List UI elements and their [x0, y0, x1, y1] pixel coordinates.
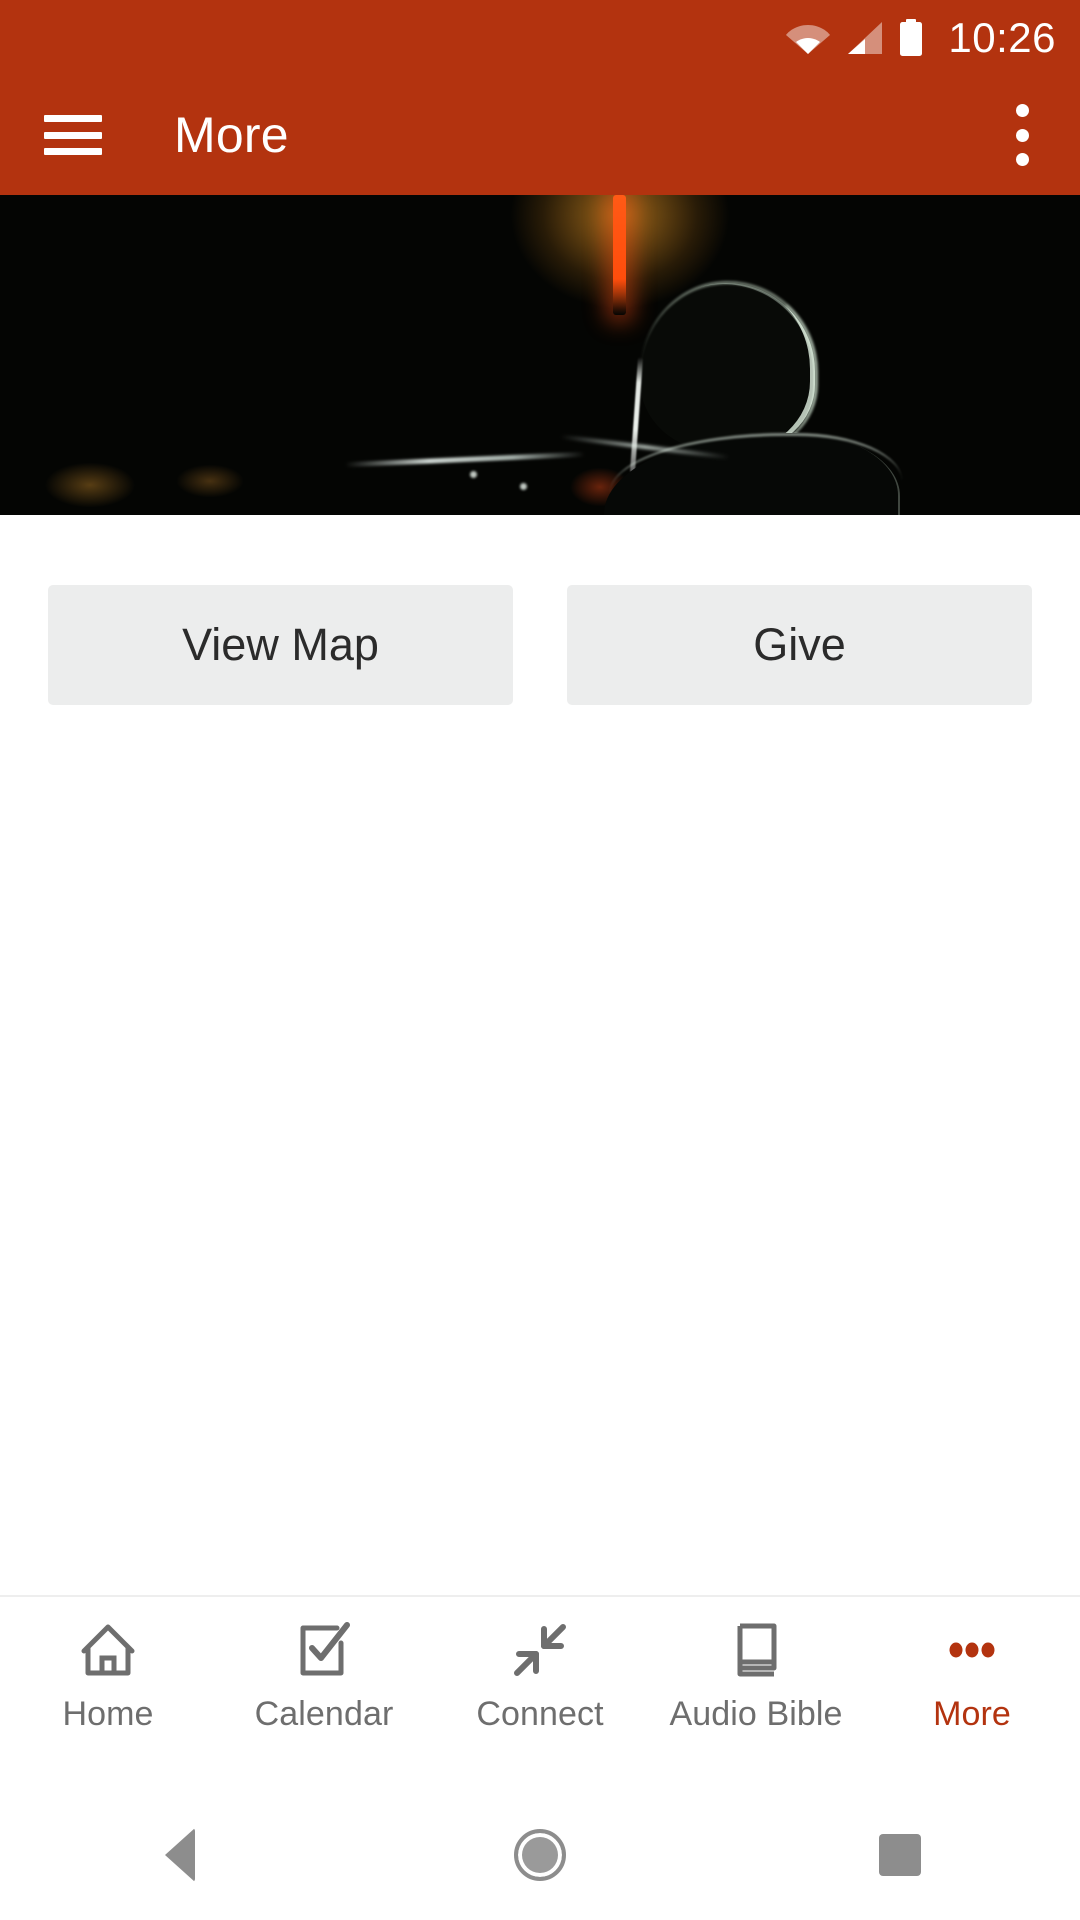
tab-label-connect: Connect — [476, 1695, 604, 1733]
recents-square-icon[interactable] — [830, 1815, 970, 1895]
wifi-icon — [786, 21, 831, 55]
battery-icon — [898, 18, 924, 57]
tab-connect[interactable]: Connect — [432, 1619, 648, 1731]
tab-label-more: More — [933, 1695, 1011, 1733]
page-title: More — [174, 107, 289, 163]
main-content: View Map Give — [0, 515, 1080, 1595]
tab-calendar[interactable]: Calendar — [216, 1619, 432, 1731]
more-dots-icon — [943, 1619, 1001, 1681]
tab-label-home: Home — [62, 1695, 154, 1733]
tab-home[interactable]: Home — [0, 1619, 216, 1731]
tab-audio-bible[interactable]: Audio Bible — [648, 1619, 864, 1731]
tab-more[interactable]: More — [864, 1619, 1080, 1731]
hero-spark — [470, 471, 477, 478]
view-map-button[interactable]: View Map — [48, 585, 513, 705]
overflow-menu-icon[interactable] — [1000, 104, 1044, 166]
status-bar: 10:26 — [0, 0, 1080, 75]
bottom-tab-bar: Home Calendar Connect Audio Bible More — [0, 1595, 1080, 1790]
calendar-check-icon — [295, 1619, 353, 1681]
app-screen: 10:26 More View Map Give Home Calendar C… — [0, 0, 1080, 1920]
app-bar: More — [0, 75, 1080, 195]
action-button-row: View Map Give — [0, 515, 1080, 705]
hero-banner-image[interactable] — [0, 195, 1080, 515]
hero-background — [0, 195, 1080, 515]
home-icon — [79, 1619, 137, 1681]
status-bar-clock: 10:26 — [948, 13, 1056, 61]
hero-spark — [520, 483, 527, 490]
home-circle-icon[interactable] — [470, 1815, 610, 1895]
tab-label-calendar: Calendar — [254, 1695, 394, 1733]
connect-arrows-icon — [511, 1619, 569, 1681]
system-navigation-bar — [0, 1790, 1080, 1920]
hamburger-menu-icon[interactable] — [44, 115, 102, 155]
give-button[interactable]: Give — [567, 585, 1032, 705]
back-triangle-icon[interactable] — [110, 1815, 250, 1895]
tab-label-audio-bible: Audio Bible — [669, 1695, 843, 1733]
hero-silhouette — [600, 281, 902, 515]
book-icon — [727, 1619, 785, 1681]
cellular-signal-icon — [844, 21, 884, 55]
